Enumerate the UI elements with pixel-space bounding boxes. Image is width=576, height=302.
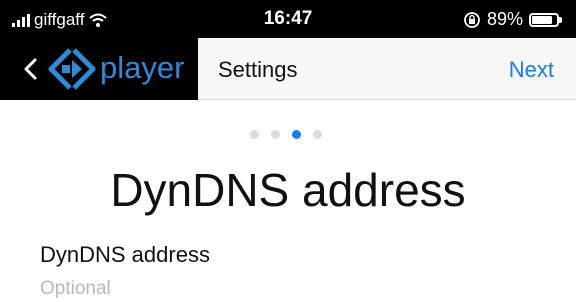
page-title: Settings — [218, 57, 298, 82]
page-dot-2 — [271, 130, 280, 139]
step-heading: DynDNS address — [110, 164, 466, 216]
battery-percent: 89% — [486, 9, 523, 29]
player-logo-icon — [48, 48, 96, 90]
battery-icon — [529, 12, 562, 27]
dyndns-address-input[interactable] — [40, 276, 536, 302]
dyndns-field-label: DynDNS address — [40, 242, 210, 267]
orientation-lock-icon — [464, 11, 480, 28]
back-chevron-icon[interactable] — [18, 54, 44, 84]
app-bar: player Settings Next — [0, 38, 576, 100]
next-button[interactable]: Next — [509, 57, 554, 83]
page-dot-3 — [292, 130, 301, 139]
page-dot-1 — [250, 130, 259, 139]
page-indicator — [250, 130, 322, 139]
navigation-bar: Settings Next — [198, 38, 576, 100]
status-right-group: 89% — [463, 9, 562, 30]
page-dot-4 — [313, 130, 322, 139]
status-bar: giffgaff 16:47 89% — [0, 0, 576, 38]
app-brand-area: player — [0, 38, 198, 100]
logo-text: player — [100, 50, 185, 85]
